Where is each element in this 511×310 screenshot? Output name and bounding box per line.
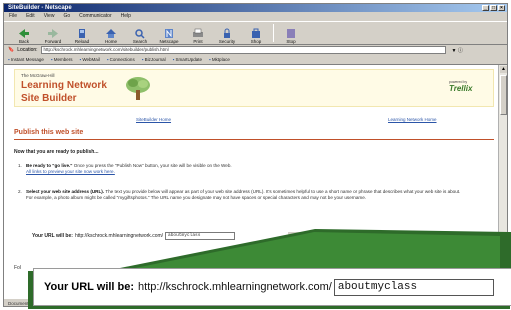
bookmarks-icon[interactable]: 🔖 bbox=[8, 47, 14, 53]
reload-label: Reload bbox=[74, 38, 90, 44]
search-button[interactable]: Search bbox=[128, 23, 152, 44]
brand-publisher: The McGraw-Hill bbox=[21, 73, 55, 78]
link-connections[interactable]: Connections bbox=[107, 57, 135, 62]
publish-now-button[interactable]: Publish Now bbox=[287, 230, 339, 241]
reload-icon bbox=[79, 28, 85, 38]
back-button[interactable]: Back bbox=[12, 23, 36, 44]
security-label: Security bbox=[218, 38, 236, 44]
menu-go[interactable]: Go bbox=[63, 12, 70, 21]
netscape-button[interactable]: Netscape bbox=[157, 23, 181, 44]
title-divider bbox=[14, 139, 494, 140]
close-icon[interactable]: × bbox=[498, 5, 505, 11]
menu-help[interactable]: Help bbox=[121, 12, 131, 21]
stop-button[interactable]: Stop bbox=[279, 23, 303, 44]
search-icon bbox=[135, 28, 145, 39]
footer-text: Fol bbox=[14, 265, 21, 271]
learning-network-home-link[interactable]: Learning Network Home bbox=[388, 117, 437, 122]
tree-logo-icon bbox=[126, 77, 150, 100]
home-label: Home bbox=[104, 38, 117, 44]
url-prefix: http://kschrock.mhlearningnetwork.com/ bbox=[74, 232, 164, 239]
maximize-icon[interactable]: □ bbox=[490, 5, 497, 11]
window-controls: _ □ × bbox=[482, 5, 505, 11]
scroll-up-icon[interactable]: ▲ bbox=[500, 66, 507, 73]
personal-toolbar: Instant Message Members WebMail Connecti… bbox=[4, 55, 507, 65]
stop-icon bbox=[287, 28, 295, 38]
step-1-body: Be ready to "go live." Once you press th… bbox=[26, 163, 466, 176]
trellix-logo: Trellix bbox=[449, 84, 473, 93]
brand-subtitle: Site Builder bbox=[21, 93, 77, 104]
print-button[interactable]: Print bbox=[186, 23, 210, 44]
lock-icon bbox=[224, 28, 230, 38]
url-label: Your URL will be: bbox=[32, 232, 73, 239]
shop-button[interactable]: Shop bbox=[244, 23, 268, 44]
menu-edit[interactable]: Edit bbox=[26, 12, 35, 21]
forward-button[interactable]: Forward bbox=[41, 23, 65, 44]
zoom-url-label: Your URL will be: bbox=[44, 281, 135, 293]
browser-window: SiteBuilder - Netscape _ □ × File Edit V… bbox=[3, 3, 508, 307]
brand-title: Learning Network bbox=[21, 80, 108, 91]
search-label: Search bbox=[132, 38, 148, 44]
step-1-number: 1. bbox=[18, 163, 22, 168]
back-arrow-icon bbox=[19, 28, 29, 38]
link-members[interactable]: Members bbox=[51, 57, 73, 62]
print-icon bbox=[193, 28, 203, 37]
sitebuilder-home-link[interactable]: SiteBuilder Home bbox=[136, 117, 171, 122]
step-2-heading: Select your web site address (URL). bbox=[26, 189, 105, 194]
link-instant-message[interactable]: Instant Message bbox=[8, 57, 44, 62]
scroll-thumb[interactable] bbox=[500, 75, 507, 115]
print-label: Print bbox=[193, 38, 203, 44]
minimize-icon[interactable]: _ bbox=[482, 5, 489, 11]
home-icon bbox=[106, 28, 116, 38]
security-button[interactable]: Security bbox=[215, 23, 239, 44]
menu-bar: File Edit View Go Communicator Help bbox=[4, 12, 507, 21]
step-2: 2. Select your web site address (URL). T… bbox=[18, 189, 488, 225]
link-mktplace[interactable]: Mktplace bbox=[209, 57, 230, 62]
menu-file[interactable]: File bbox=[9, 12, 17, 21]
step-1-link[interactable]: All links to preview your site now work … bbox=[26, 169, 115, 174]
site-nav: SiteBuilder Home Learning Network Home bbox=[14, 117, 494, 124]
step-2-body: Select your web site address (URL). The … bbox=[26, 189, 466, 202]
page-title: Publish this web site bbox=[14, 129, 84, 136]
forward-label: Forward bbox=[44, 38, 62, 44]
shop-label: Shop bbox=[250, 38, 262, 44]
url-name-input[interactable]: aboutmyclass bbox=[165, 231, 236, 240]
address-field[interactable]: http://kschrock.mhlearningnetwork.com/si… bbox=[40, 46, 446, 54]
link-smartupdate[interactable]: SmartUpdate bbox=[173, 57, 202, 62]
step-1-heading: Be ready to "go live." bbox=[26, 163, 73, 168]
link-bizjournal[interactable]: BizJournal bbox=[142, 57, 166, 62]
step-1: 1. Be ready to "go live." Once you press… bbox=[18, 163, 488, 179]
stop-label: Stop bbox=[286, 38, 296, 44]
intro-heading: Now that you are ready to publish... bbox=[14, 149, 99, 155]
netscape-label: Netscape bbox=[159, 38, 179, 44]
forward-arrow-icon bbox=[48, 28, 58, 38]
address-bar: 🔖 Location: http://kschrock.mhlearningne… bbox=[4, 45, 507, 55]
zoom-url-input[interactable]: aboutmyclass bbox=[333, 278, 494, 296]
zoom-url-prefix: http://kschrock.mhlearningnetwork.com/ bbox=[138, 281, 332, 293]
toolbar-divider bbox=[273, 24, 274, 42]
link-webmail[interactable]: WebMail bbox=[80, 57, 99, 62]
menu-communicator[interactable]: Communicator bbox=[79, 12, 112, 21]
step-1-text: Once you press the "Publish Now" button,… bbox=[72, 163, 232, 168]
address-label: Location: bbox=[17, 47, 38, 53]
back-label: Back bbox=[18, 38, 29, 44]
navigation-toolbar: Back Forward Reload Home Search Netscape… bbox=[4, 21, 507, 45]
powered-by-trellix[interactable]: powered by Trellix bbox=[449, 80, 485, 96]
home-button[interactable]: Home bbox=[99, 23, 123, 44]
step-2-number: 2. bbox=[18, 189, 22, 194]
window-title: SiteBuilder - Netscape bbox=[8, 5, 72, 11]
shop-icon bbox=[252, 28, 260, 38]
window-titlebar: SiteBuilder - Netscape _ □ × bbox=[4, 4, 507, 12]
site-header: The McGraw-Hill Learning Network Site Bu… bbox=[14, 69, 494, 107]
reload-button[interactable]: Reload bbox=[70, 23, 94, 44]
whats-related-button[interactable]: ▼ ⓘ bbox=[449, 47, 466, 54]
menu-view[interactable]: View bbox=[44, 12, 55, 21]
zoomed-url-callout: Your URL will be: http://kschrock.mhlear… bbox=[33, 268, 511, 306]
url-row: Your URL will be: http://kschrock.mhlear… bbox=[32, 230, 339, 241]
netscape-icon bbox=[165, 28, 173, 38]
